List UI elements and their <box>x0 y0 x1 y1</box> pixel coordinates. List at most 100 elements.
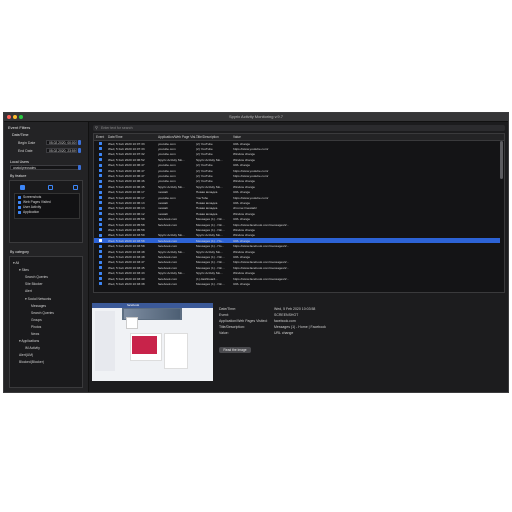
row-application: facebook.com <box>158 282 178 287</box>
table-row[interactable]: Wed, 5 Feb 2020 10:06:17 youtube.com YouTu… <box>94 195 500 200</box>
category-item[interactable]: Search Queries <box>31 311 54 315</box>
category-item[interactable]: Photos <box>31 325 41 329</box>
by-category-heading: By category <box>10 250 29 254</box>
table-row[interactable]: Wed, 5 Feb 2020 10:07:33 youtube.com (2) Y… <box>94 146 500 151</box>
row-datetime: Wed, 5 Feb 2020 10:06:45 <box>108 184 145 189</box>
table-row[interactable]: Wed, 5 Feb 2020 10:06:47 youtube.com (2) Y… <box>94 163 500 168</box>
table-row[interactable]: Wed, 5 Feb 2020 10:05:58 facebook.com Mess… <box>94 217 500 222</box>
category-item[interactable]: Site Blocker <box>25 282 43 286</box>
row-title: Новая вкладка <box>196 190 218 195</box>
row-title: Messages (1) - Nin... <box>196 228 225 233</box>
end-date-field[interactable]: 05.02.2020, 23:59 <box>46 148 77 153</box>
table-row[interactable]: Wed, 5 Feb 2020 10:03:59 Spyrix Activity … <box>94 233 500 238</box>
begin-date-field[interactable]: 05.02.2020, 00:00 <box>46 140 77 145</box>
table-row[interactable]: Wed, 5 Feb 2020 10:07:32 youtube.com (2) Y… <box>94 152 500 157</box>
category-item[interactable]: Messages <box>31 304 46 308</box>
table-scrollbar[interactable] <box>500 141 503 179</box>
column-header[interactable]: Value <box>233 135 241 139</box>
row-datetime: Wed, 5 Feb 2020 10:03:59 <box>108 233 145 238</box>
table-row[interactable]: Wed, 5 Feb 2020 10:07:33 youtube.com (2) Y… <box>94 141 500 146</box>
table-row[interactable]: Wed, 5 Feb 2020 10:06:47 youtube.com (2) Y… <box>94 173 500 178</box>
local-users-heading: Local Users <box>10 160 29 164</box>
apps-tab-icon[interactable] <box>73 185 78 190</box>
begin-date-stepper[interactable] <box>78 140 81 145</box>
column-header[interactable]: Date/Time <box>108 135 123 139</box>
category-item[interactable]: ▾ All <box>13 261 19 265</box>
table-row[interactable]: Wed, 5 Feb 2020 10:03:45 facebook.com Mess… <box>94 265 500 270</box>
checkbox-icon[interactable] <box>18 200 21 204</box>
event-type-icon <box>99 244 102 248</box>
table-row[interactable]: Wed, 5 Feb 2020 10:03:58 facebook.com Mess… <box>94 238 500 244</box>
activity-tab-icon[interactable] <box>48 185 53 190</box>
column-header[interactable]: Event <box>96 135 104 139</box>
table-row[interactable]: Wed, 5 Feb 2020 10:06:12 newtab Новая вкла… <box>94 211 500 216</box>
category-item[interactable]: Search Queries <box>25 275 48 279</box>
detail-label: Date/Time: <box>219 307 236 311</box>
table-row[interactable]: Wed, 5 Feb 2020 10:03:48 facebook.com Mess… <box>94 254 500 259</box>
category-item[interactable]: Groups <box>31 318 42 322</box>
checkbox-icon[interactable] <box>18 210 21 214</box>
search-bar[interactable]: ⚲ Enter text for search <box>93 125 505 131</box>
table-row[interactable]: Wed, 5 Feb 2020 10:06:13 newtab Новая вкла… <box>94 206 500 211</box>
table-row[interactable]: Wed, 5 Feb 2020 10:03:43 Spyrix Activity … <box>94 271 500 276</box>
user-select-chevron-icon[interactable] <box>78 165 81 170</box>
feature-item[interactable]: Screenshots <box>18 195 41 199</box>
table-row[interactable]: Wed, 5 Feb 2020 10:03:47 facebook.com Mess… <box>94 260 500 265</box>
row-datetime: Wed, 5 Feb 2020 10:06:12 <box>108 211 145 216</box>
row-application: facebook.com <box>158 222 178 227</box>
table-row[interactable]: Wed, 5 Feb 2020 10:03:48 Spyrix Activity … <box>94 249 500 254</box>
row-datetime: Wed, 5 Feb 2020 10:03:47 <box>108 260 145 265</box>
checkbox-icon[interactable] <box>18 205 21 209</box>
row-application: Spyrix Activity Mo... <box>158 184 185 189</box>
row-value: URL change <box>233 217 251 222</box>
category-item[interactable]: ▾ Applications <box>19 339 39 343</box>
row-application: Spyrix Activity Mo... <box>158 233 185 238</box>
detail-label: Event: <box>219 313 229 317</box>
row-application: Spyrix Activity Mo... <box>158 271 185 276</box>
preview-profile-picture <box>126 317 138 329</box>
table-row[interactable]: Wed, 5 Feb 2020 10:06:17 newtab Новая вкла… <box>94 190 500 195</box>
search-input[interactable]: Enter text for search <box>101 126 133 130</box>
feature-item[interactable]: Web Pages Visited <box>18 200 51 204</box>
table-row[interactable]: Wed, 5 Feb 2020 10:05:58 Messages (1) - N… <box>94 227 500 232</box>
category-item[interactable]: Alert <box>25 289 32 293</box>
table-row[interactable]: Wed, 5 Feb 2020 10:06:13 newtab Новая вкла… <box>94 200 500 205</box>
end-date-label: End Date <box>18 149 33 153</box>
category-item[interactable]: ▾ Social Networks <box>25 297 51 301</box>
event-type-icon <box>99 169 102 172</box>
end-date-stepper[interactable] <box>78 148 81 153</box>
table-row[interactable]: Wed, 5 Feb 2020 10:06:47 youtube.com (2) Y… <box>94 168 500 173</box>
column-header[interactable]: Title/Description <box>196 135 219 139</box>
table-row[interactable]: Wed, 5 Feb 2020 10:03:40 facebook.com (1) … <box>94 276 500 281</box>
preview-left-column <box>95 311 115 371</box>
detail-label: Title/Description: <box>219 325 245 329</box>
table-row[interactable]: Wed, 5 Feb 2020 10:06:46 youtube.com (2) Y… <box>94 179 500 184</box>
screenshot-preview[interactable]: facebook <box>92 303 213 381</box>
table-row[interactable]: Wed, 5 Feb 2020 10:06:52 Spyrix Activity … <box>94 157 500 162</box>
row-datetime: Wed, 5 Feb 2020 10:05:58 <box>108 228 145 233</box>
category-item[interactable]: Alert(UM) <box>19 353 33 357</box>
user-select[interactable]: anatolyrecsales <box>10 165 80 170</box>
category-item[interactable]: News <box>31 332 39 336</box>
category-item[interactable]: IM Activity <box>25 346 40 350</box>
row-title: Новая вкладка <box>196 206 218 211</box>
category-item[interactable]: ▾ Sites <box>19 268 29 272</box>
checkbox-icon[interactable] <box>18 195 21 199</box>
feature-item[interactable]: User Activity <box>18 205 41 209</box>
table-row[interactable]: Wed, 5 Feb 2020 10:05:58 facebook.com Mess… <box>94 222 500 227</box>
table-row[interactable]: Wed, 5 Feb 2020 10:03:38 facebook.com Mess… <box>94 281 500 286</box>
screenshot-tab-icon[interactable] <box>20 185 25 190</box>
table-row[interactable]: Wed, 5 Feb 2020 10:06:45 Spyrix Activity … <box>94 184 500 189</box>
category-item[interactable]: Blocked(Blocker) <box>19 360 44 364</box>
feature-item[interactable]: Application <box>18 210 39 214</box>
read-image-button[interactable]: Read the image <box>219 347 251 353</box>
column-header[interactable]: Application/Web Page Visi... <box>158 135 198 139</box>
row-title: Messages (1) - Ho... <box>196 244 225 249</box>
row-application: youtube.com <box>158 195 176 200</box>
events-table: Event Date/Time Application/Web Page Vis… <box>93 133 505 293</box>
row-application: Spyrix Activity Mo... <box>158 249 185 254</box>
row-title: Messages (1) - Nin... <box>196 260 225 265</box>
row-datetime: Wed, 5 Feb 2020 10:06:47 <box>108 174 145 179</box>
row-application: newtab <box>158 190 168 195</box>
table-row[interactable]: Wed, 5 Feb 2020 10:03:58 facebook.com Mess… <box>94 244 500 249</box>
